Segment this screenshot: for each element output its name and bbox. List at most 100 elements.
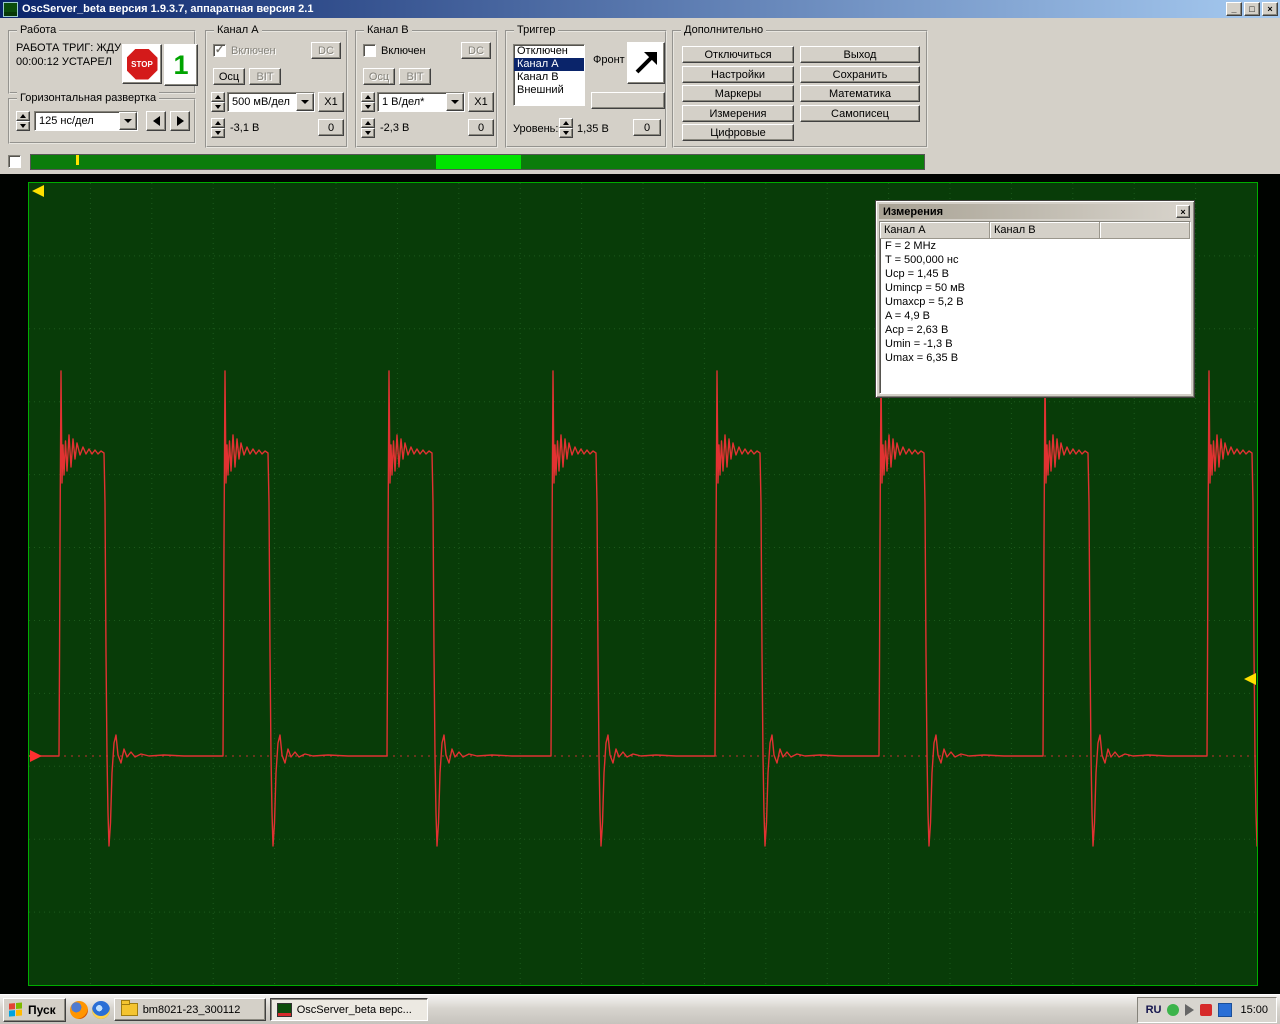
channel-a-scale-spinner[interactable]: [211, 92, 225, 112]
trigger-front-label: Фронт: [593, 54, 625, 66]
spinner-up-icon[interactable]: [361, 92, 375, 102]
channel-b-scale-select[interactable]: 1 В/дел*: [377, 92, 465, 112]
trigger-status-text: РАБОТА ТРИГ: ЖДУ: [16, 42, 121, 54]
spinner-down-icon[interactable]: [559, 128, 573, 138]
maximize-button[interactable]: □: [1244, 2, 1260, 16]
channel-a-x1-button[interactable]: X1: [318, 92, 344, 112]
spinner-up-icon[interactable]: [559, 118, 573, 128]
sweep-position-bar[interactable]: [30, 154, 925, 170]
spinner-down-icon[interactable]: [211, 102, 225, 112]
channel-a-scale-select[interactable]: 500 мВ/дел: [227, 92, 315, 112]
channel-a-dc-button[interactable]: DC: [311, 42, 341, 59]
channel-a-enabled-checkbox[interactable]: [213, 44, 226, 57]
channel-a-offset-spinner[interactable]: [211, 118, 225, 138]
sweep-right-button[interactable]: [170, 111, 190, 131]
sweep-position-segment: [436, 155, 521, 169]
recorder-button[interactable]: Самописец: [800, 105, 920, 122]
sweep-position-marker[interactable]: [76, 155, 79, 165]
settings-button[interactable]: Настройки: [682, 66, 794, 83]
channel-a-scale-value: 500 мВ/дел: [228, 96, 296, 108]
measurements-title: Измерения: [883, 206, 1176, 218]
group-extra-label: Дополнительно: [681, 24, 766, 36]
trigger-source-list[interactable]: Отключен Канал А Канал В Внешний: [513, 44, 585, 106]
zero-level-marker[interactable]: [30, 750, 42, 762]
spinner-down-icon[interactable]: [361, 102, 375, 112]
group-channel-b: Канал В Включен DC Осц BIT 1 В/дел* X1 -…: [355, 30, 498, 148]
volume-icon[interactable]: [1185, 1004, 1194, 1016]
markers-button[interactable]: Маркеры: [682, 85, 794, 102]
internet-explorer-icon[interactable]: [92, 1001, 110, 1019]
sweep-spinner[interactable]: [16, 111, 30, 131]
column-header-filler: [1100, 222, 1190, 239]
stop-button[interactable]: STOP: [122, 44, 162, 84]
taskbar: Пуск bm8021-23_300112 OscServer_beta вер…: [0, 994, 1280, 1024]
language-indicator[interactable]: RU: [1146, 1004, 1162, 1016]
timebase-select[interactable]: 125 нс/дел: [34, 111, 138, 131]
tray-status-icon[interactable]: [1167, 1004, 1179, 1016]
spinner-up-icon[interactable]: [211, 92, 225, 102]
channel-b-offset-spinner[interactable]: [361, 118, 375, 138]
spinner-up-icon[interactable]: [16, 111, 30, 121]
channel-b-bit-button[interactable]: BIT: [399, 68, 431, 85]
window-title: OscServer_beta версия 1.9.3.7, аппаратна…: [22, 3, 1224, 15]
group-sweep-label: Горизонтальная развертка: [17, 92, 159, 104]
start-button[interactable]: Пуск: [3, 998, 66, 1022]
save-button[interactable]: Сохранить: [800, 66, 920, 83]
firefox-icon[interactable]: [70, 1001, 88, 1019]
trigger-zero-button[interactable]: 0: [633, 119, 661, 136]
channel-a-bit-button[interactable]: BIT: [249, 68, 281, 85]
channel-b-enabled-checkbox[interactable]: [363, 44, 376, 57]
trigger-front-button[interactable]: [627, 42, 665, 84]
oscserver-window: OscServer_beta версия 1.9.3.7, аппаратна…: [0, 0, 1280, 1024]
channel-b-scale-spinner[interactable]: [361, 92, 375, 112]
group-trigger: Триггер Отключен Канал А Канал В Внешний…: [505, 30, 667, 148]
trigger-source-item[interactable]: Внешний: [514, 84, 584, 97]
spinner-down-icon[interactable]: [361, 128, 375, 138]
dropdown-arrow-icon[interactable]: [296, 93, 314, 111]
group-channel-b-label: Канал В: [364, 24, 412, 36]
channel-b-offset-value: -2,3 В: [380, 122, 409, 134]
app-icon: [3, 2, 18, 17]
math-button[interactable]: Математика: [800, 85, 920, 102]
measurements-header: Канал А Канал В: [880, 222, 1190, 239]
minimize-button[interactable]: _: [1226, 2, 1242, 16]
channel-b-dc-button[interactable]: DC: [461, 42, 491, 59]
position-bar-checkbox[interactable]: [8, 155, 21, 168]
sweep-left-button[interactable]: [146, 111, 166, 131]
spinner-up-icon[interactable]: [361, 118, 375, 128]
taskbar-task-oscserver[interactable]: OscServer_beta верс...: [270, 998, 428, 1021]
tray-display-icon[interactable]: [1218, 1003, 1232, 1017]
measurements-close-button[interactable]: ×: [1176, 205, 1190, 218]
trigger-extra-button[interactable]: [591, 92, 665, 109]
measurements-button[interactable]: Измерения: [682, 105, 794, 122]
spinner-up-icon[interactable]: [211, 118, 225, 128]
trigger-level-spinner[interactable]: [559, 118, 573, 138]
close-button[interactable]: ×: [1262, 2, 1278, 16]
group-sweep: Горизонтальная развертка 125 нс/дел: [8, 98, 196, 144]
horizontal-position-marker[interactable]: [32, 185, 44, 197]
taskbar-clock: 15:00: [1238, 1004, 1268, 1016]
channel-a-osc-button[interactable]: Осц: [213, 68, 245, 85]
disconnect-button[interactable]: Отключиться: [682, 46, 794, 63]
system-tray: RU 15:00: [1137, 997, 1277, 1023]
channel-b-zero-button[interactable]: 0: [468, 119, 494, 136]
title-bar: OscServer_beta версия 1.9.3.7, аппаратна…: [0, 0, 1280, 18]
dropdown-arrow-icon[interactable]: [446, 93, 464, 111]
measurement-row: Umax = 6,35 В: [880, 351, 1190, 365]
trigger-level-marker[interactable]: [1244, 673, 1256, 685]
right-arrow-icon: [177, 116, 184, 126]
channel-b-osc-button[interactable]: Осц: [363, 68, 395, 85]
trigger-source-item[interactable]: Канал А: [514, 58, 584, 71]
trigger-source-item[interactable]: Канал В: [514, 71, 584, 84]
group-rabota: Работа РАБОТА ТРИГ: ЖДУ 00:00:12 УСТАРЕЛ…: [8, 30, 196, 94]
spinner-down-icon[interactable]: [211, 128, 225, 138]
digital-button[interactable]: Цифровые: [682, 124, 794, 141]
exit-button[interactable]: Выход: [800, 46, 920, 63]
channel-a-zero-button[interactable]: 0: [318, 119, 344, 136]
spinner-down-icon[interactable]: [16, 121, 30, 131]
dropdown-arrow-icon[interactable]: [119, 112, 137, 130]
channel-b-x1-button[interactable]: X1: [468, 92, 494, 112]
taskbar-task-folder[interactable]: bm8021-23_300112: [114, 998, 266, 1021]
trigger-source-item[interactable]: Отключен: [514, 45, 584, 58]
tray-alert-icon[interactable]: [1200, 1004, 1212, 1016]
